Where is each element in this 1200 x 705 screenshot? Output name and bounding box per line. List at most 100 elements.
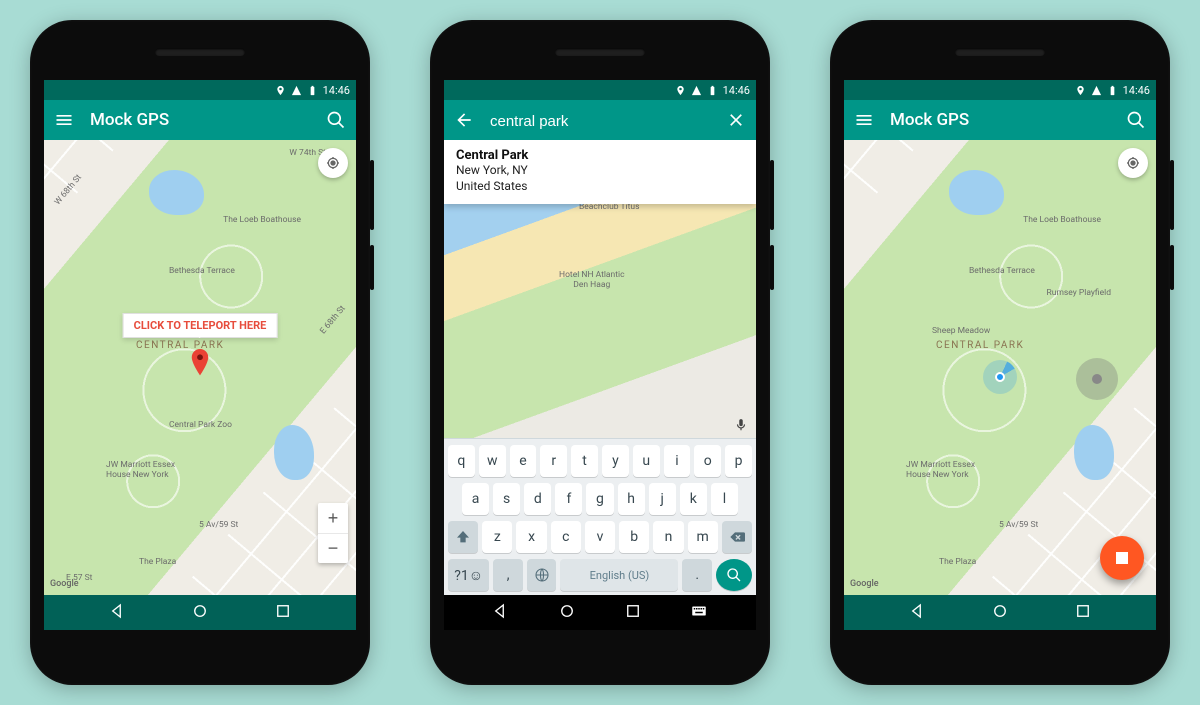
phone-frame: 14:46 Mock GPS The Loeb Boathouse Bethes…: [830, 20, 1170, 685]
key-x[interactable]: x: [516, 521, 546, 553]
hamburger-icon[interactable]: [54, 110, 74, 130]
map-label: Sheep Meadow: [932, 326, 990, 336]
location-icon: [275, 85, 286, 96]
zoom-out-button[interactable]: −: [318, 533, 348, 563]
nav-home-button[interactable]: [191, 602, 209, 624]
period-key[interactable]: .: [682, 559, 712, 591]
key-c[interactable]: c: [551, 521, 581, 553]
map-label: Rumsey Playfield: [1047, 288, 1111, 298]
search-icon[interactable]: [326, 110, 346, 130]
key-t[interactable]: t: [571, 445, 598, 477]
nav-back-button[interactable]: [492, 602, 510, 624]
key-h[interactable]: h: [618, 483, 645, 515]
nav-back-button[interactable]: [909, 602, 927, 624]
location-icon: [675, 85, 686, 96]
kbd-row3: zxcvbnm: [448, 521, 752, 553]
teleport-callout[interactable]: CLICK TO TELEPORT HERE: [123, 313, 278, 338]
search-icon[interactable]: [1126, 110, 1146, 130]
status-bar: 14:46: [44, 80, 356, 100]
nav-bar: [444, 595, 756, 630]
back-arrow-icon[interactable]: [454, 110, 474, 130]
symbols-key[interactable]: ?1☺: [448, 559, 489, 591]
keyboard: qwertyuiop asdfghjkl zxcvbnm ?1☺ , Engli…: [444, 438, 756, 595]
key-g[interactable]: g: [586, 483, 613, 515]
map-canvas[interactable]: Central Park New York, NY United States …: [444, 140, 756, 438]
key-l[interactable]: l: [711, 483, 738, 515]
key-s[interactable]: s: [493, 483, 520, 515]
map-canvas[interactable]: W 74th St The Loeb Boathouse Bethesda Te…: [44, 140, 356, 595]
kbd-row2: asdfghjkl: [448, 483, 752, 515]
key-z[interactable]: z: [482, 521, 512, 553]
key-n[interactable]: n: [653, 521, 683, 553]
key-q[interactable]: q: [448, 445, 475, 477]
map-park-name: CENTRAL PARK: [936, 340, 1024, 351]
comma-key[interactable]: ,: [493, 559, 523, 591]
key-d[interactable]: d: [524, 483, 551, 515]
map-park-name: CENTRAL PARK: [136, 340, 224, 351]
key-v[interactable]: v: [585, 521, 615, 553]
my-location-dot: [983, 360, 1017, 394]
key-u[interactable]: u: [633, 445, 660, 477]
map-label: The Plaza: [939, 557, 976, 567]
key-e[interactable]: e: [510, 445, 537, 477]
key-p[interactable]: p: [725, 445, 752, 477]
key-a[interactable]: a: [462, 483, 489, 515]
my-location-button[interactable]: [1118, 148, 1148, 178]
shift-key[interactable]: [448, 521, 478, 553]
signal-icon: [1091, 85, 1102, 96]
map-label: Bethesda Terrace: [169, 266, 235, 276]
nav-home-button[interactable]: [558, 602, 576, 624]
voice-search-icon[interactable]: [734, 418, 748, 432]
map-pin-icon[interactable]: [190, 349, 210, 377]
nav-recent-button[interactable]: [1074, 602, 1092, 624]
stop-mock-button[interactable]: [1100, 536, 1144, 580]
search-app-bar: [444, 100, 756, 140]
nav-home-button[interactable]: [991, 602, 1009, 624]
result-line1: New York, NY: [456, 163, 744, 179]
key-k[interactable]: k: [680, 483, 707, 515]
key-f[interactable]: f: [555, 483, 582, 515]
nav-recent-button[interactable]: [624, 602, 642, 624]
app-title: Mock GPS: [90, 110, 310, 130]
backspace-key[interactable]: [722, 521, 752, 553]
key-r[interactable]: r: [540, 445, 567, 477]
search-result-card[interactable]: Central Park New York, NY United States: [444, 140, 756, 204]
nav-back-button[interactable]: [109, 602, 127, 624]
map-canvas[interactable]: The Loeb Boathouse Bethesda Terrace Rums…: [844, 140, 1156, 595]
key-j[interactable]: j: [649, 483, 676, 515]
search-action-key[interactable]: [716, 559, 752, 591]
nav-recent-button[interactable]: [274, 602, 292, 624]
clock: 14:46: [723, 84, 750, 97]
map-label: 5 Av/59 St: [199, 520, 238, 530]
key-o[interactable]: o: [694, 445, 721, 477]
language-key[interactable]: [527, 559, 557, 591]
search-input[interactable]: [490, 113, 710, 130]
signal-icon: [291, 85, 302, 96]
map-label: 5 Av/59 St: [999, 520, 1038, 530]
key-m[interactable]: m: [688, 521, 718, 553]
hamburger-icon[interactable]: [854, 110, 874, 130]
phone-frame: 14:46 Mock GPS W 74th St The Loeb Boatho…: [30, 20, 370, 685]
clear-icon[interactable]: [726, 110, 746, 130]
map-label: JW Marriott Essex House New York: [906, 460, 975, 480]
app-bar: Mock GPS: [44, 100, 356, 140]
key-w[interactable]: w: [479, 445, 506, 477]
my-location-button[interactable]: [318, 148, 348, 178]
map-label: Central Park Zoo: [169, 420, 232, 430]
battery-icon: [1107, 85, 1118, 96]
status-bar: 14:46: [844, 80, 1156, 100]
zoom-in-button[interactable]: +: [318, 503, 348, 533]
app-title: Mock GPS: [890, 110, 1110, 130]
nav-bar: [44, 595, 356, 630]
space-key[interactable]: English (US): [560, 559, 678, 591]
result-name: Central Park: [456, 148, 744, 163]
map-label: Hotel NH Atlantic Den Haag: [559, 270, 625, 290]
key-i[interactable]: i: [664, 445, 691, 477]
location-icon: [1075, 85, 1086, 96]
app-bar: Mock GPS: [844, 100, 1156, 140]
key-y[interactable]: y: [602, 445, 629, 477]
status-bar: 14:46: [444, 80, 756, 100]
nav-keyboard-button[interactable]: [690, 602, 708, 624]
key-b[interactable]: b: [619, 521, 649, 553]
map-label: JW Marriott Essex House New York: [106, 460, 175, 480]
